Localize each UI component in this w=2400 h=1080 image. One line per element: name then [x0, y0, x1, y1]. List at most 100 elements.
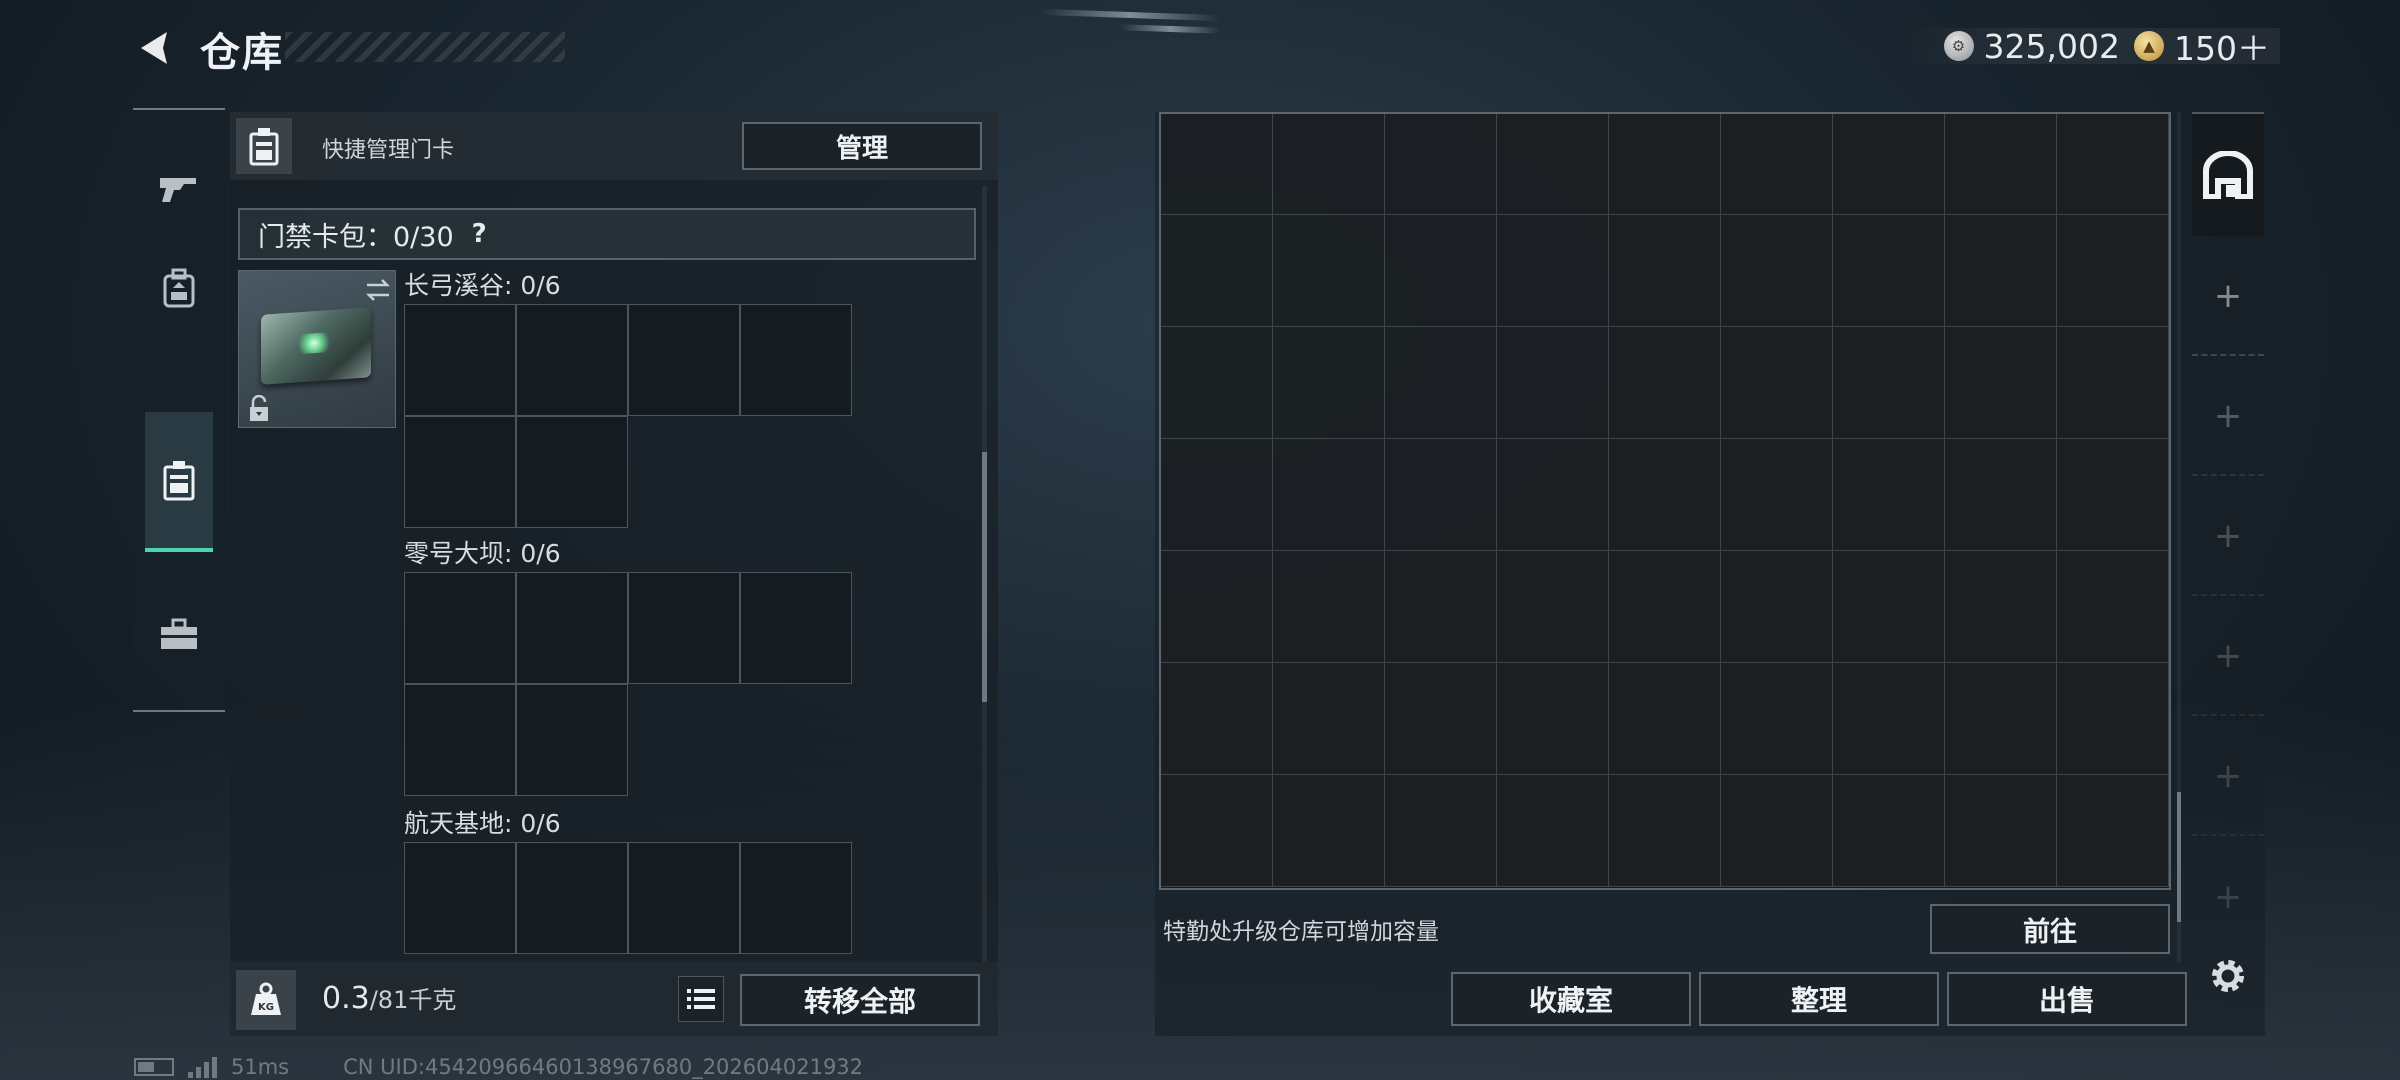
storage-cell[interactable]	[1721, 327, 1833, 439]
storage-cell[interactable]	[2057, 327, 2169, 439]
storage-cell[interactable]	[1161, 551, 1273, 663]
currency-gold[interactable]: ▲ 150＋	[2134, 22, 2270, 70]
storage-cell[interactable]	[2057, 215, 2169, 327]
storage-cell[interactable]	[1385, 551, 1497, 663]
keycard-slot[interactable]	[740, 572, 852, 684]
transfer-all-button[interactable]: 转移全部	[740, 974, 980, 1026]
unlock-icon[interactable]	[247, 395, 271, 423]
help-icon[interactable]: ?	[472, 219, 487, 249]
storage-cell[interactable]	[1945, 439, 2057, 551]
add-storage-tab[interactable]: +	[2192, 838, 2264, 956]
storage-cell[interactable]	[1273, 663, 1385, 775]
currency-bar[interactable]: ⚙ 325,002 ▲ 150＋	[1903, 27, 2280, 68]
keycard-slot[interactable]	[628, 842, 740, 954]
storage-cell[interactable]	[1609, 327, 1721, 439]
storage-cell[interactable]	[1609, 114, 1721, 215]
swap-icon[interactable]	[363, 275, 393, 305]
storage-cell[interactable]	[1497, 663, 1609, 775]
storage-cell[interactable]	[1497, 114, 1609, 215]
storage-cell[interactable]	[1609, 551, 1721, 663]
storage-cell[interactable]	[2057, 439, 2169, 551]
storage-cell[interactable]	[1721, 775, 1833, 887]
storage-cell[interactable]	[1945, 775, 2057, 887]
storage-cell[interactable]	[1609, 775, 1721, 887]
keycard-slot[interactable]	[516, 842, 628, 954]
storage-cell[interactable]	[1833, 551, 1945, 663]
storage-cell[interactable]	[1273, 327, 1385, 439]
list-view-button[interactable]	[678, 976, 724, 1022]
storage-cell[interactable]	[1945, 114, 2057, 215]
storage-cell[interactable]	[1721, 215, 1833, 327]
storage-cell[interactable]	[2057, 663, 2169, 775]
storage-cell[interactable]	[1833, 215, 1945, 327]
left-scrollbar-thumb[interactable]	[982, 452, 987, 702]
storage-cell[interactable]	[1721, 551, 1833, 663]
storage-cell[interactable]	[1609, 439, 1721, 551]
manage-button[interactable]: 管理	[742, 122, 982, 170]
storage-cell[interactable]	[1833, 775, 1945, 887]
storage-cell[interactable]	[1385, 775, 1497, 887]
storage-cell[interactable]	[1273, 551, 1385, 663]
tab-keycard[interactable]	[145, 412, 213, 552]
storage-cell[interactable]	[1161, 114, 1273, 215]
storage-cell[interactable]	[1497, 439, 1609, 551]
sell-button[interactable]: 出售	[1947, 972, 2187, 1026]
storage-cell[interactable]	[1497, 327, 1609, 439]
settings-button[interactable]	[2204, 952, 2252, 1000]
storage-cell[interactable]	[1497, 775, 1609, 887]
storage-cell[interactable]	[1497, 215, 1609, 327]
keycard-slot[interactable]	[516, 304, 628, 416]
storage-cell[interactable]	[1161, 663, 1273, 775]
keycard-slot[interactable]	[404, 416, 516, 528]
storage-cell[interactable]	[2057, 551, 2169, 663]
storage-cell[interactable]	[1721, 439, 1833, 551]
storage-cell[interactable]	[1273, 215, 1385, 327]
storage-cell[interactable]	[1721, 114, 1833, 215]
storage-cell[interactable]	[1833, 114, 1945, 215]
collection-room-button[interactable]: 收藏室	[1451, 972, 1691, 1026]
storage-cell[interactable]	[1161, 439, 1273, 551]
tab-equipment[interactable]	[145, 240, 213, 336]
storage-cell[interactable]	[2057, 775, 2169, 887]
tab-toolbox[interactable]	[145, 586, 213, 682]
storage-cell[interactable]	[1945, 663, 2057, 775]
keycard-slot[interactable]	[628, 572, 740, 684]
keycard-item[interactable]	[238, 270, 396, 428]
storage-cell[interactable]	[1161, 327, 1273, 439]
storage-grid[interactable]	[1159, 112, 2171, 890]
add-storage-tab[interactable]: +	[2192, 598, 2264, 716]
storage-cell[interactable]	[1385, 327, 1497, 439]
storage-cell[interactable]	[1833, 327, 1945, 439]
storage-cell[interactable]	[1721, 663, 1833, 775]
keycard-slot[interactable]	[628, 304, 740, 416]
storage-cell[interactable]	[1161, 775, 1273, 887]
storage-cell[interactable]	[1609, 663, 1721, 775]
keycard-slot[interactable]	[740, 304, 852, 416]
keycard-slot[interactable]	[516, 684, 628, 796]
storage-cell[interactable]	[1945, 551, 2057, 663]
storage-cell[interactable]	[1945, 327, 2057, 439]
keycard-slot[interactable]	[404, 684, 516, 796]
keycard-slot[interactable]	[516, 416, 628, 528]
add-storage-tab[interactable]: +	[2192, 358, 2264, 476]
add-storage-tab[interactable]: +	[2192, 478, 2264, 596]
back-button[interactable]	[130, 26, 178, 70]
storage-cell[interactable]	[1273, 439, 1385, 551]
keycard-slot[interactable]	[404, 842, 516, 954]
storage-cell[interactable]	[1497, 551, 1609, 663]
organize-button[interactable]: 整理	[1699, 972, 1939, 1026]
storage-cell[interactable]	[1385, 114, 1497, 215]
storage-tab-main[interactable]	[2192, 112, 2264, 236]
currency-silver[interactable]: ⚙ 325,002	[1943, 27, 2120, 66]
add-storage-tab[interactable]: +	[2192, 238, 2264, 356]
keycard-slot[interactable]	[516, 572, 628, 684]
storage-scrollbar-thumb[interactable]	[2177, 792, 2181, 922]
storage-cell[interactable]	[1161, 215, 1273, 327]
storage-cell[interactable]	[1385, 439, 1497, 551]
storage-cell[interactable]	[1273, 114, 1385, 215]
storage-cell[interactable]	[1385, 215, 1497, 327]
storage-cell[interactable]	[2057, 114, 2169, 215]
storage-cell[interactable]	[1385, 663, 1497, 775]
keycard-slot[interactable]	[740, 842, 852, 954]
keycard-slot[interactable]	[404, 304, 516, 416]
